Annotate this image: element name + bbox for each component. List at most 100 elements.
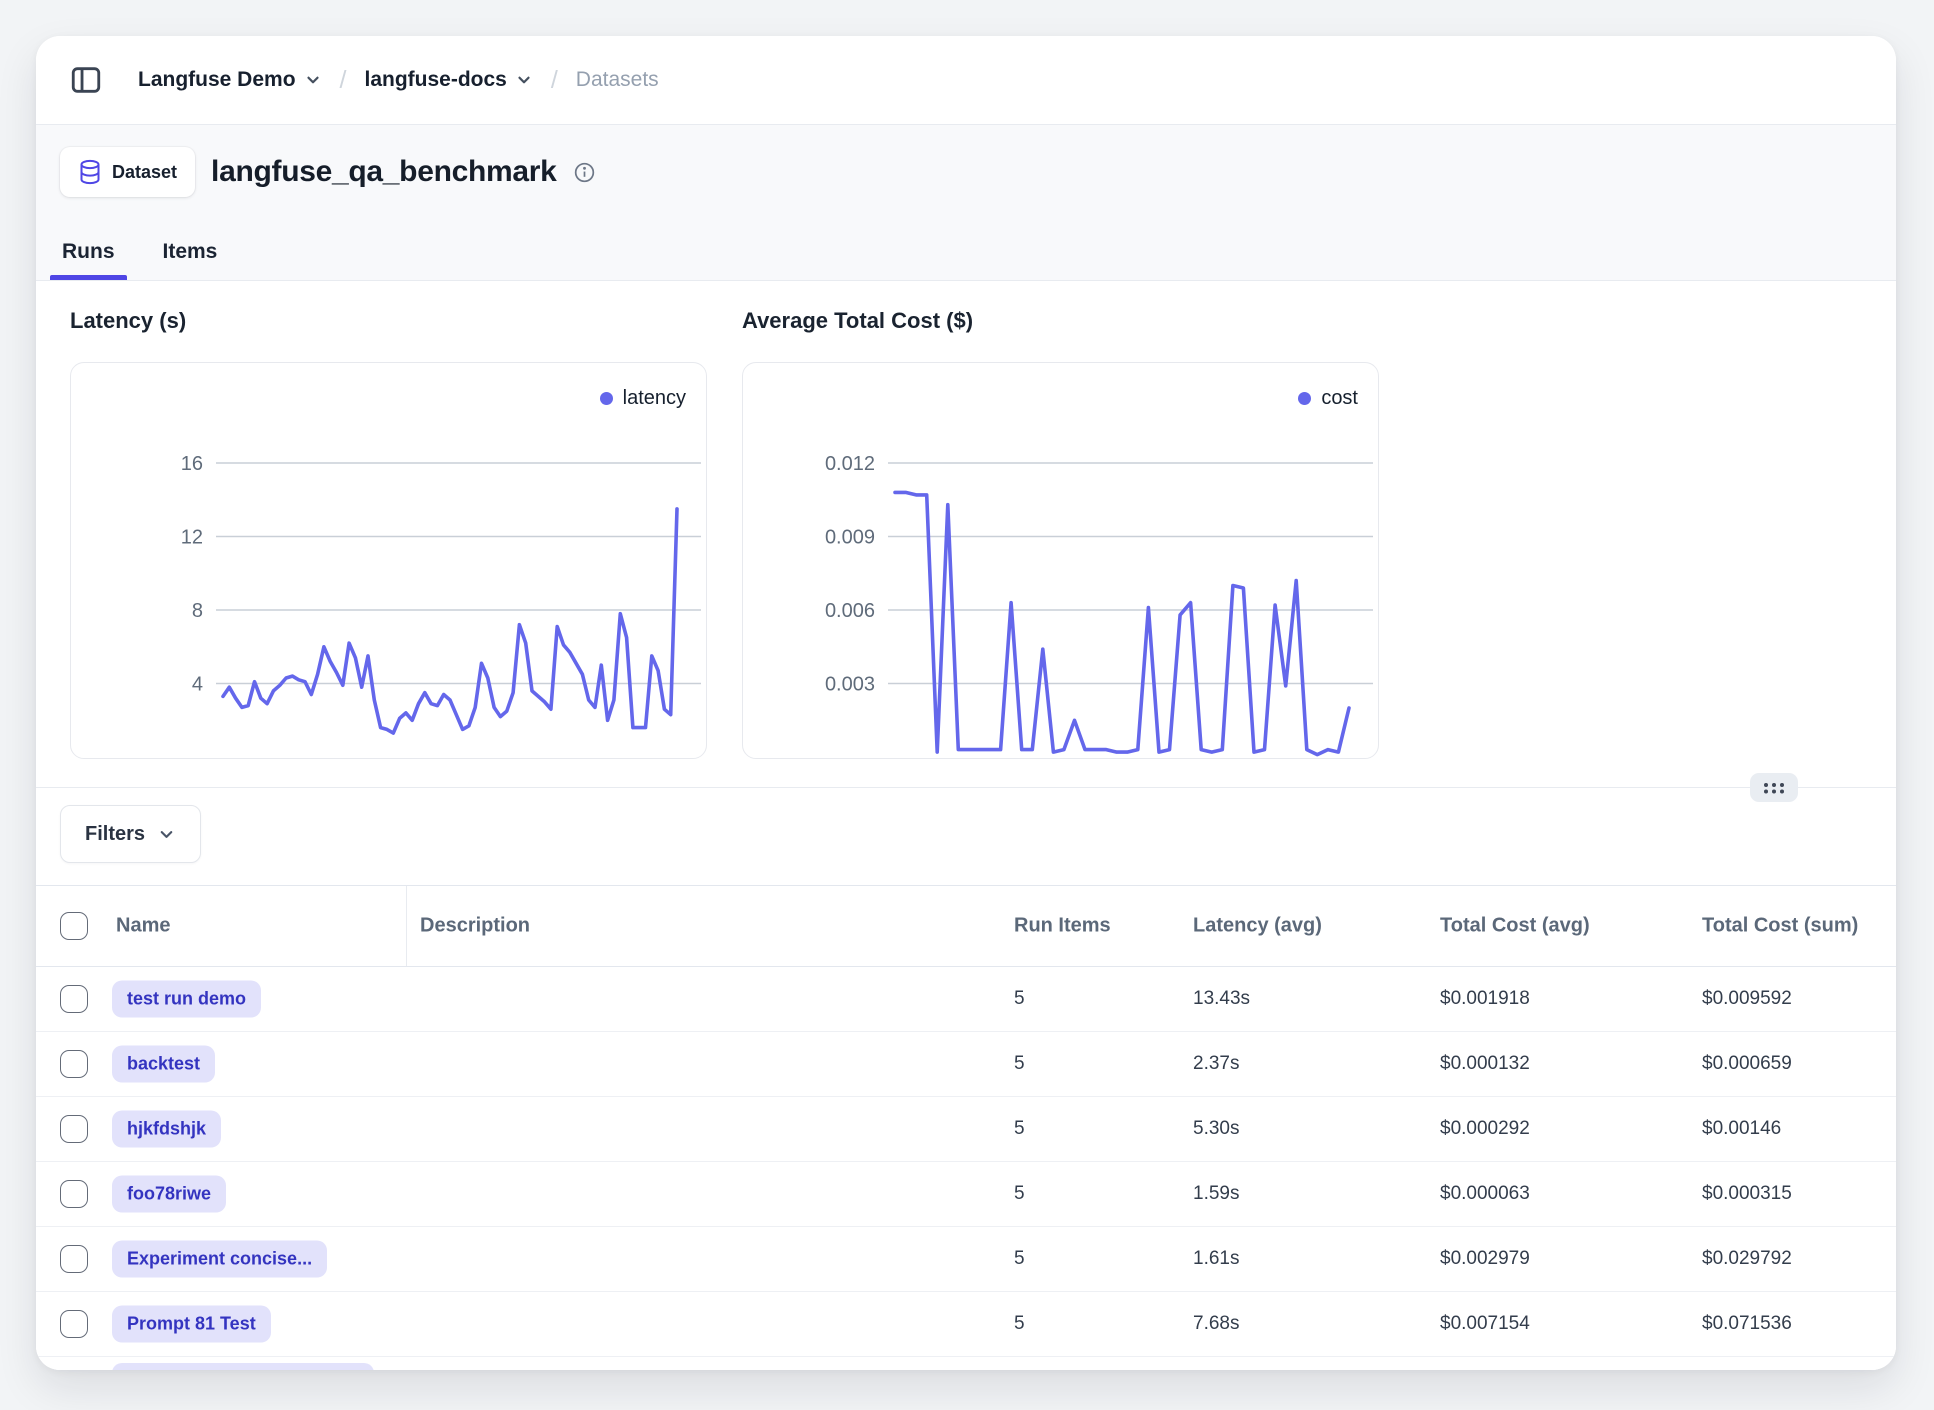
legend-dot-icon <box>1298 392 1311 405</box>
latency-chart: 4 8 12 16 <box>71 363 708 760</box>
dataset-header-band: Dataset langfuse_qa_benchmark Runs Items <box>36 125 1896 281</box>
cell-total-cost-sum: $0.071536 <box>1702 1313 1792 1335</box>
dataset-type-badge: Dataset <box>60 147 195 197</box>
table-row: test run demo 5 13.43s $0.001918 $0.0095… <box>36 967 1896 1032</box>
legend-dot-icon <box>600 392 613 405</box>
axis-tick-label: 16 <box>181 453 203 475</box>
cell-total-cost-sum: $0.000315 <box>1702 1183 1792 1205</box>
cell-latency-avg: 2.37s <box>1193 1053 1239 1075</box>
panel-left-icon <box>69 63 103 97</box>
breadcrumb-section-label: Datasets <box>576 68 659 92</box>
cell-total-cost-avg: $0.000063 <box>1440 1183 1530 1205</box>
row-checkbox[interactable] <box>60 1245 88 1273</box>
run-name-badge[interactable]: test run demo <box>112 981 261 1018</box>
dataset-badge-label: Dataset <box>112 162 177 183</box>
drag-dots-icon <box>1762 780 1786 796</box>
table-row: hjkfdshjk 5 5.30s $0.000292 $0.00146 <box>36 1097 1896 1162</box>
section-divider <box>36 787 1896 788</box>
filters-button[interactable]: Filters <box>60 805 201 863</box>
column-header-total-cost-sum: Total Cost (sum) <box>1702 915 1858 938</box>
resize-handle[interactable] <box>1750 773 1798 802</box>
breadcrumb: Langfuse Demo / langfuse-docs / Datasets <box>138 66 659 95</box>
row-checkbox[interactable] <box>60 1310 88 1338</box>
breadcrumb-separator: / <box>336 66 351 95</box>
cost-legend: cost <box>1298 387 1358 410</box>
breadcrumb-separator: / <box>547 66 562 95</box>
select-all-checkbox[interactable] <box>60 912 88 940</box>
axis-tick-label: 0.006 <box>825 600 875 622</box>
runs-table: Name Description Run Items Latency (avg)… <box>36 885 1896 1370</box>
chevron-down-icon <box>157 825 176 844</box>
table-row: backtest 5 2.37s $0.000132 $0.000659 <box>36 1032 1896 1097</box>
breadcrumb-bar: Langfuse Demo / langfuse-docs / Datasets <box>36 36 1896 125</box>
cell-latency-avg: 7.68s <box>1193 1313 1239 1335</box>
run-name-badge[interactable]: hjkfdshjk <box>112 1111 221 1148</box>
table-body: test run demo 5 13.43s $0.001918 $0.0095… <box>36 967 1896 1357</box>
cell-total-cost-avg: $0.001918 <box>1440 988 1530 1010</box>
cell-total-cost-avg: $0.007154 <box>1440 1313 1530 1335</box>
column-header-run-items: Run Items <box>1014 915 1111 938</box>
cost-line <box>895 492 1349 754</box>
chevron-down-icon <box>515 71 533 89</box>
cell-total-cost-sum: $0.000659 <box>1702 1053 1792 1075</box>
cell-total-cost-avg: $0.002979 <box>1440 1248 1530 1270</box>
breadcrumb-org-selector[interactable]: Langfuse Demo <box>138 68 322 92</box>
main-panel: Langfuse Demo / langfuse-docs / Datasets <box>36 36 1896 1370</box>
row-checkbox[interactable] <box>60 1180 88 1208</box>
table-header-row: Name Description Run Items Latency (avg)… <box>36 886 1896 967</box>
table-row: Prompt 81 Test 5 7.68s $0.007154 $0.0715… <box>36 1292 1896 1357</box>
run-name-badge[interactable]: backtest <box>112 1046 215 1083</box>
cost-chart-card: 0.0030.0060.0090.012 cost <box>742 362 1379 759</box>
cell-total-cost-sum: $0.009592 <box>1702 988 1792 1010</box>
latency-chart-card: 4 8 12 16 latency <box>70 362 707 759</box>
breadcrumb-org-label: Langfuse Demo <box>138 68 296 92</box>
info-icon[interactable] <box>573 161 596 184</box>
row-checkbox[interactable] <box>60 985 88 1013</box>
axis-tick-label: 0.009 <box>825 527 875 549</box>
cell-latency-avg: 5.30s <box>1193 1118 1239 1140</box>
tab-bar: Runs Items <box>60 230 219 280</box>
legend-label: cost <box>1321 387 1358 410</box>
cost-chart-title: Average Total Cost ($) <box>742 308 973 334</box>
row-checkbox[interactable] <box>60 1050 88 1078</box>
cell-total-cost-avg: $0.000132 <box>1440 1053 1530 1075</box>
axis-tick-label: 8 <box>192 600 203 622</box>
latency-legend: latency <box>600 387 686 410</box>
table-row: Experiment concise... 5 1.61s $0.002979 … <box>36 1227 1896 1292</box>
cell-run-items: 5 <box>1014 988 1025 1010</box>
latency-chart-title: Latency (s) <box>70 308 186 334</box>
breadcrumb-datasets-link[interactable]: Datasets <box>576 68 659 92</box>
column-header-name: Name <box>116 915 170 938</box>
cost-chart: 0.0030.0060.0090.012 <box>743 363 1380 760</box>
run-name-badge[interactable]: Experiment concise... <box>112 1241 327 1278</box>
cell-latency-avg: 1.61s <box>1193 1248 1239 1270</box>
legend-label: latency <box>623 387 686 410</box>
run-name-badge[interactable]: Prompt 81 Test <box>112 1306 271 1343</box>
axis-tick-label: 12 <box>181 527 203 549</box>
column-header-description: Description <box>420 915 530 938</box>
table-row-partial <box>36 1357 1896 1370</box>
table-row: foo78riwe 5 1.59s $0.000063 $0.000315 <box>36 1162 1896 1227</box>
cell-run-items: 5 <box>1014 1183 1025 1205</box>
cell-run-items: 5 <box>1014 1118 1025 1140</box>
breadcrumb-project-label: langfuse-docs <box>364 68 506 92</box>
cell-total-cost-sum: $0.00146 <box>1702 1118 1781 1140</box>
sidebar-toggle-button[interactable] <box>64 58 108 102</box>
page-title: langfuse_qa_benchmark <box>211 155 557 189</box>
breadcrumb-project-selector[interactable]: langfuse-docs <box>364 68 532 92</box>
cell-total-cost-avg: $0.000292 <box>1440 1118 1530 1140</box>
axis-tick-label: 0.012 <box>825 453 875 475</box>
axis-tick-label: 4 <box>192 674 203 696</box>
run-name-badge-partial <box>112 1363 374 1370</box>
row-checkbox[interactable] <box>60 1115 88 1143</box>
cell-latency-avg: 1.59s <box>1193 1183 1239 1205</box>
column-header-total-cost-avg: Total Cost (avg) <box>1440 915 1590 938</box>
run-name-badge[interactable]: foo78riwe <box>112 1176 226 1213</box>
cell-run-items: 5 <box>1014 1248 1025 1270</box>
filters-button-label: Filters <box>85 823 145 846</box>
chevron-down-icon <box>304 71 322 89</box>
cell-run-items: 5 <box>1014 1053 1025 1075</box>
tab-items[interactable]: Items <box>161 230 220 280</box>
tab-runs[interactable]: Runs <box>60 230 117 280</box>
cell-total-cost-sum: $0.029792 <box>1702 1248 1792 1270</box>
